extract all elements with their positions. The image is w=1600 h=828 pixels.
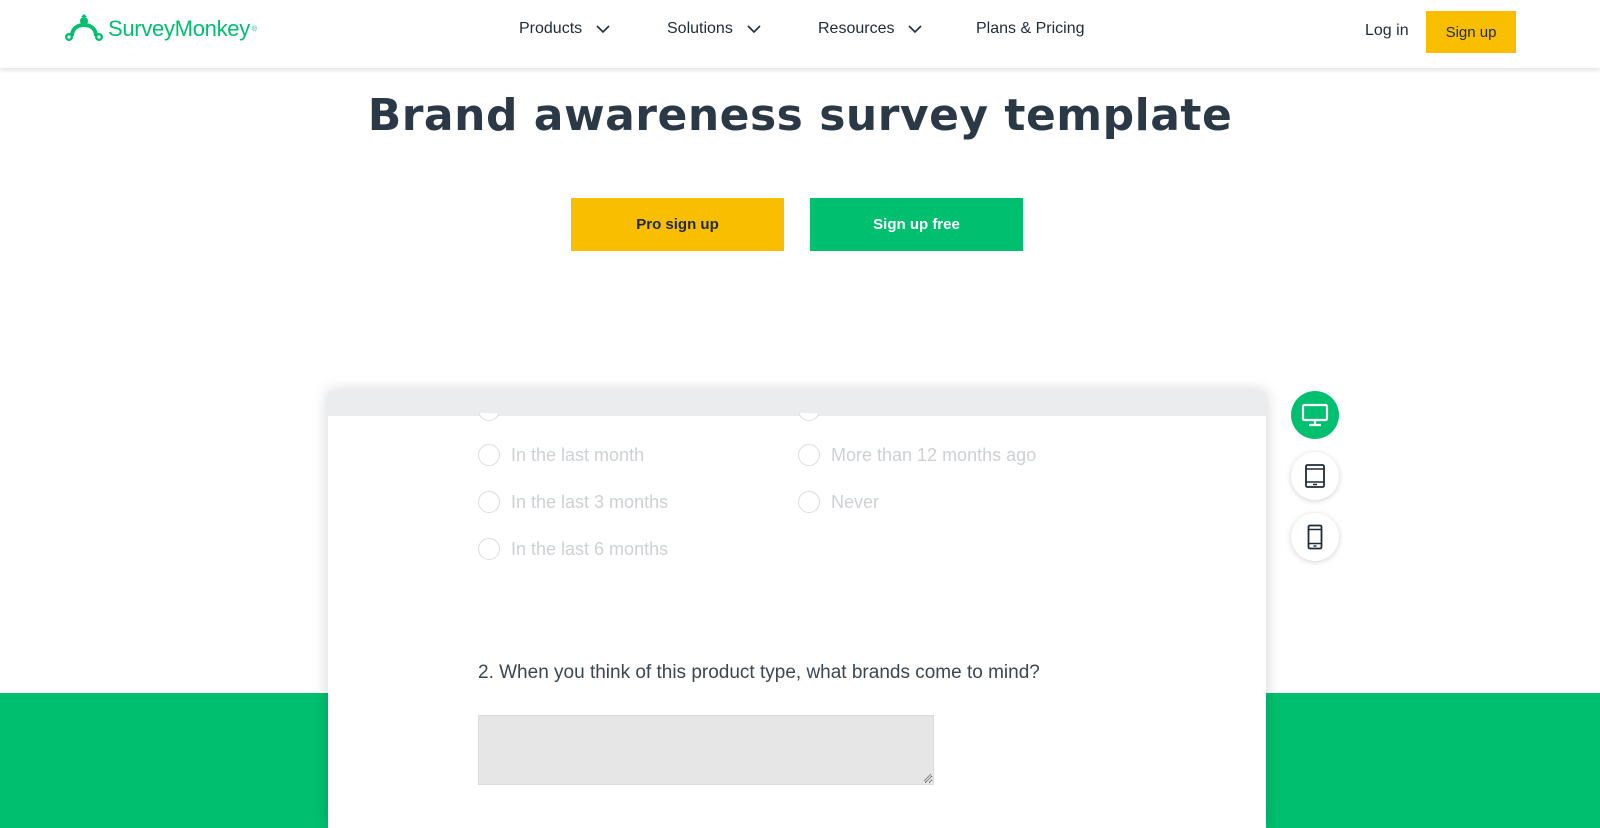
tablet-icon — [1305, 464, 1325, 488]
login-link[interactable]: Log in — [1365, 22, 1409, 40]
surveymonkey-logo[interactable]: SurveyMonkey ® — [64, 14, 257, 44]
radio-option-label: In the last 3 months — [511, 491, 669, 512]
nav-solutions-label: Solutions — [667, 20, 733, 37]
radio-circle[interactable] — [478, 444, 500, 466]
radio-option[interactable]: In the last month — [478, 444, 644, 466]
radio-option-label: Never — [831, 491, 880, 512]
monkey-logo-icon — [65, 14, 103, 41]
logo-trademark: ® — [251, 26, 258, 33]
radio-circle[interactable] — [798, 491, 820, 513]
header-signup-button[interactable]: Sign up — [1426, 11, 1516, 53]
resize-handle-icon[interactable] — [923, 773, 932, 782]
nav-resources-label: Resources — [818, 20, 895, 37]
nav-resources[interactable]: Resources — [818, 20, 923, 38]
radio-circle[interactable] — [798, 444, 820, 466]
tablet-preview-toggle[interactable] — [1291, 452, 1339, 500]
partial-radio — [798, 413, 820, 421]
desktop-preview-toggle[interactable] — [1291, 391, 1339, 439]
chevron-down-icon — [596, 24, 610, 33]
radio-option-label: In the last 6 months — [511, 538, 669, 559]
survey-preview-panel: In the last month In the last 3 months I… — [328, 391, 1266, 828]
nav-products[interactable]: Products — [519, 20, 610, 38]
radio-circle[interactable] — [478, 491, 500, 513]
logo-text: SurveyMonkey — [108, 16, 250, 41]
question-2-text: 2. When you think of this product type, … — [478, 662, 1040, 683]
radio-option[interactable]: In the last 3 months — [478, 491, 668, 513]
chevron-down-icon — [747, 24, 761, 33]
answer-textarea[interactable] — [478, 715, 934, 785]
nav-plans-pricing-label: Plans & Pricing — [976, 20, 1085, 37]
nav-plans-pricing[interactable]: Plans & Pricing — [976, 20, 1085, 38]
site-header: SurveyMonkey ® Products Solutions Resour… — [0, 0, 1600, 68]
radio-circle[interactable] — [478, 538, 500, 560]
mobile-preview-toggle[interactable] — [1291, 513, 1339, 561]
preview-top-bar — [328, 391, 1266, 416]
partial-radio — [478, 413, 500, 421]
nav-products-label: Products — [519, 20, 583, 37]
nav-solutions[interactable]: Solutions — [667, 20, 761, 38]
pro-signup-button[interactable]: Pro sign up — [571, 198, 784, 251]
radio-option[interactable]: Never — [798, 491, 879, 513]
desktop-icon — [1301, 403, 1329, 427]
radio-option-label: In the last month — [511, 444, 645, 465]
radio-option[interactable]: More than 12 months ago — [798, 444, 1036, 466]
mobile-icon — [1307, 524, 1323, 550]
radio-option[interactable]: In the last 6 months — [478, 538, 668, 560]
radio-option-label: More than 12 months ago — [831, 444, 1037, 465]
page-title: Brand awareness survey template — [367, 90, 1233, 141]
chevron-down-icon — [908, 24, 923, 33]
free-signup-button[interactable]: Sign up free — [810, 198, 1023, 251]
